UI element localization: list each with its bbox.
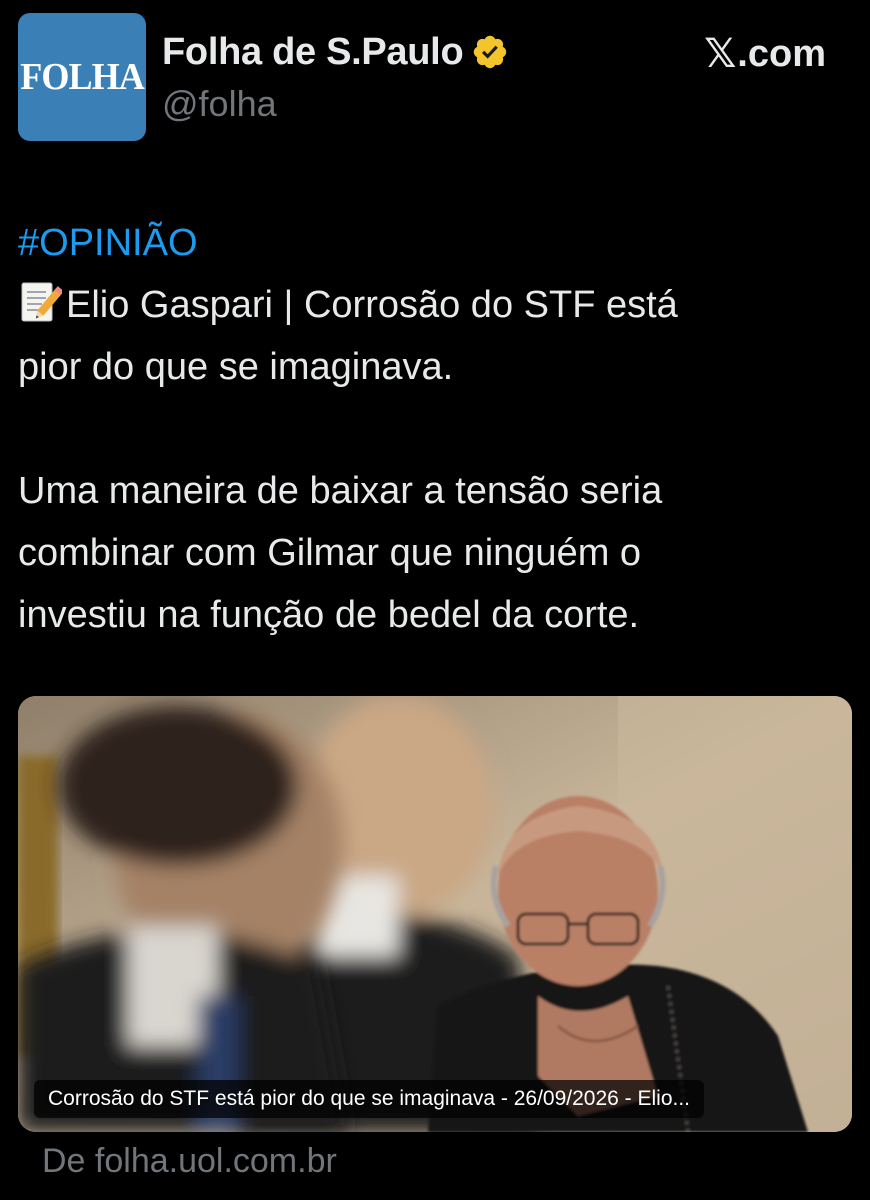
tweet-text: #OPINIÃO Elio Gaspari | Corrosão do STF … [18, 212, 858, 646]
author-handle[interactable]: @folha [162, 83, 277, 125]
tweet-line-3: Uma maneira de baixar a tensão seria [18, 470, 663, 512]
platform-domain: .com [737, 32, 826, 75]
avatar-logo-text: FOLHA [20, 56, 145, 98]
tweet-line-2: pior do que se imaginava. [18, 346, 454, 388]
link-card-image[interactable] [18, 696, 852, 1132]
avatar[interactable]: FOLHA [18, 13, 146, 141]
tweet-line-1: Elio Gaspari | Corrosão do STF está [66, 284, 678, 326]
platform-brand: 𝕏 .com [704, 30, 826, 78]
paragraph-break [18, 398, 858, 460]
link-card-caption[interactable]: Corrosão do STF está pior do que se imag… [34, 1080, 705, 1118]
tweet-line-4: combinar com Gilmar que ninguém o [18, 532, 642, 574]
tweet-line-5: investiu na função de bedel da corte. [18, 594, 640, 636]
tweet-line: Elio Gaspari | Corrosão do STF está [18, 274, 858, 336]
x-logo-icon: 𝕏 [704, 31, 737, 77]
memo-icon [21, 282, 62, 322]
link-source[interactable]: De folha.uol.com.br [42, 1142, 337, 1181]
judges-photo [18, 696, 852, 1132]
display-name[interactable]: Folha de S.Paulo [162, 31, 464, 74]
author-name-row: Folha de S.Paulo [162, 28, 509, 76]
verified-badge-icon [474, 35, 507, 69]
hashtag-link[interactable]: #OPINIÃO [18, 212, 858, 274]
